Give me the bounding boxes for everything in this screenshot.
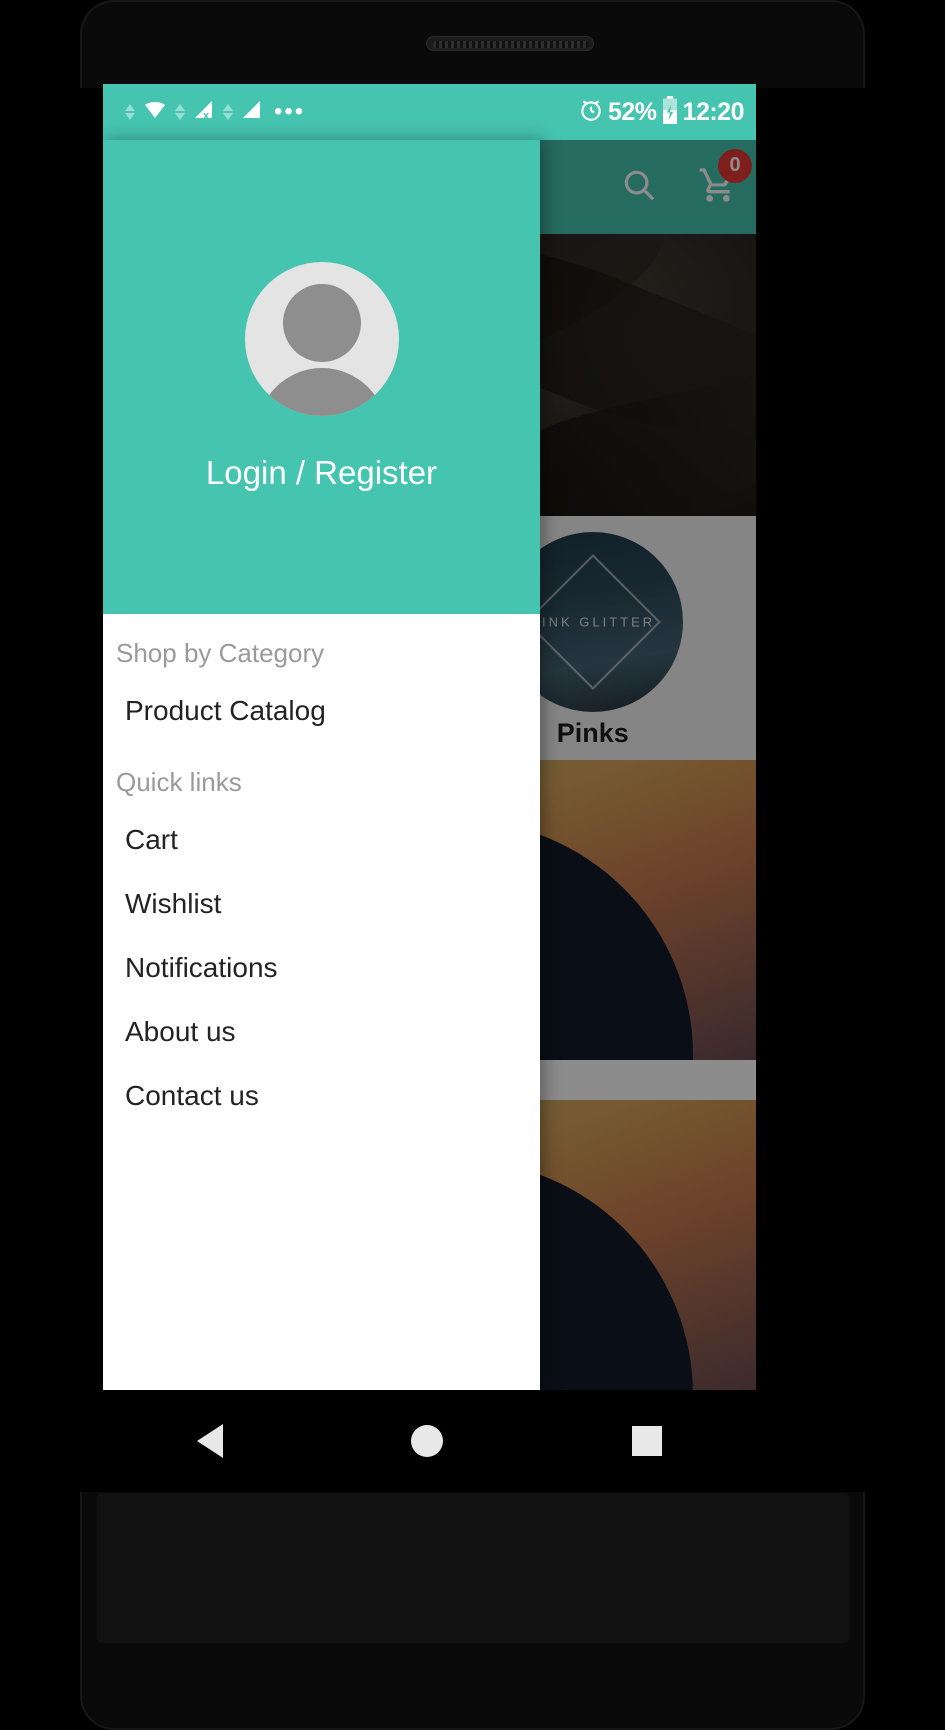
- status-bar-left-icons: x •••: [125, 98, 578, 127]
- navigation-drawer: Login / Register Shop by Category Produc…: [103, 140, 540, 1390]
- home-circle-icon[interactable]: [411, 1425, 444, 1457]
- phone-screen: 0 glitter OUTDOOR GOLDS GLITTER: [103, 84, 756, 1390]
- drawer-item-product-catalog[interactable]: Product Catalog: [103, 679, 540, 743]
- mobile-traffic-arrows-icon-2: [223, 104, 233, 120]
- drawer-item-notifications[interactable]: Notifications: [103, 936, 540, 1000]
- drawer-item-wishlist[interactable]: Wishlist: [103, 872, 540, 936]
- drawer-item-cart[interactable]: Cart: [103, 808, 540, 872]
- wifi-traffic-arrows-icon: [125, 104, 135, 120]
- svg-text:x: x: [203, 110, 210, 122]
- battery-charging-icon: [661, 95, 679, 129]
- battery-percentage: 52%: [608, 97, 657, 126]
- status-overflow-icon: •••: [274, 98, 306, 125]
- speaker-grille: [433, 41, 589, 48]
- phone-device-frame: 0 glitter OUTDOOR GOLDS GLITTER: [0, 0, 945, 1730]
- login-register-label[interactable]: Login / Register: [206, 454, 437, 492]
- drawer-header[interactable]: Login / Register: [103, 140, 540, 614]
- mobile-traffic-arrows-icon: [175, 104, 185, 120]
- signal-no-sim-icon: x: [190, 98, 218, 127]
- recents-square-icon[interactable]: [631, 1426, 662, 1456]
- device-bezel-bottom: [80, 1492, 865, 1730]
- user-avatar-placeholder-icon: [244, 262, 399, 416]
- drawer-section-quick-links: Quick links: [116, 767, 242, 797]
- drawer-item-contact-us[interactable]: Contact us: [103, 1064, 540, 1128]
- status-bar-right-icons: 52% 12:20: [578, 95, 745, 129]
- drawer-section-shop-by-category: Shop by Category: [116, 638, 325, 668]
- status-bar: x ••• 52% 12:20: [103, 84, 756, 140]
- device-chin: [97, 1493, 850, 1643]
- back-triangle-icon[interactable]: [197, 1424, 224, 1458]
- android-navigation-bar: [103, 1390, 756, 1492]
- avatar-body: [256, 368, 387, 416]
- status-bar-clock: 12:20: [682, 97, 745, 126]
- wifi-icon: [140, 98, 170, 127]
- earpiece-speaker: [426, 36, 594, 51]
- avatar-head: [282, 284, 361, 362]
- signal-bars-icon: [238, 98, 266, 127]
- drawer-item-about-us[interactable]: About us: [103, 1000, 540, 1064]
- device-bezel-top: [80, 0, 865, 88]
- alarm-clock-icon: [578, 97, 604, 128]
